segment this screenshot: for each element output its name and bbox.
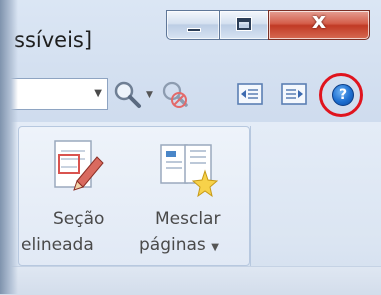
help-icon[interactable]: ? xyxy=(332,84,354,106)
section-icon xyxy=(54,140,104,191)
close-button[interactable]: x xyxy=(268,9,370,40)
merge-label-line1: Mesclar xyxy=(155,209,221,229)
maximize-button[interactable] xyxy=(219,10,269,40)
quick-toolbar: ▼ ▼ ? xyxy=(0,72,381,118)
section-label-line2: elineada xyxy=(21,235,94,255)
search-dropdown-icon[interactable]: ▼ xyxy=(146,90,153,100)
merge-label-text: páginas xyxy=(139,235,206,255)
app-window: ssíveis] x ▼ ▼ ? Seção elineada Mesclar … xyxy=(0,0,381,295)
chevron-down-icon: ▼ xyxy=(211,242,219,253)
maximize-icon xyxy=(236,17,252,31)
minimize-button[interactable] xyxy=(166,10,220,40)
ribbon-group: Seção elineada Mesclar páginas ▼ xyxy=(18,126,250,266)
section-label-line1: Seção xyxy=(53,209,105,229)
clear-search-icon[interactable] xyxy=(158,78,192,112)
minimize-icon xyxy=(187,28,201,32)
chevron-down-icon[interactable]: ▼ xyxy=(94,88,102,99)
merge-label-line2: páginas ▼ xyxy=(139,235,219,255)
search-icon[interactable] xyxy=(110,78,144,112)
merge-pages-icon xyxy=(160,144,219,198)
previous-page-icon[interactable] xyxy=(234,78,268,112)
merge-pages-button[interactable]: Mesclar páginas ▼ xyxy=(137,127,247,265)
next-page-icon[interactable] xyxy=(278,78,312,112)
left-edge-shadow xyxy=(0,0,18,294)
title-bar: ssíveis] x xyxy=(0,0,381,66)
status-band xyxy=(0,266,381,295)
close-icon: x xyxy=(311,9,327,34)
window-title: ssíveis] xyxy=(14,28,93,52)
ribbon-empty-area xyxy=(250,126,381,266)
section-button[interactable]: Seção elineada xyxy=(21,127,125,265)
